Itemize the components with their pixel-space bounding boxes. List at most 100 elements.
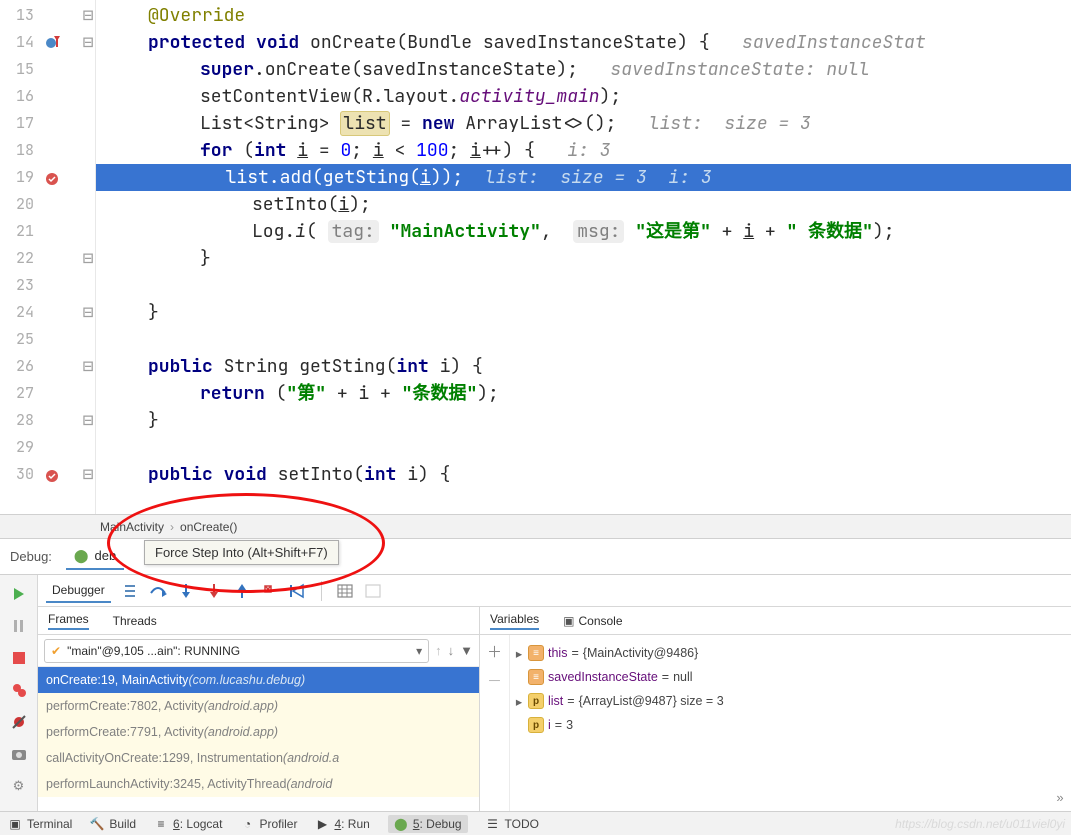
fold-icon[interactable]: ⊟ [82,407,94,434]
variables-tree[interactable]: ▸≡ this = {MainActivity@9486}≡ savedInst… [510,635,1049,811]
variable-row[interactable]: p i = 3 [514,713,1045,737]
line-number[interactable]: 25 [0,326,34,353]
line-number[interactable]: 30 [0,461,34,488]
code-line[interactable]: for (int i = 0; i < 100; i++) { i: 3 [96,137,1071,164]
stack-frame[interactable]: performLaunchActivity:3245, ActivityThre… [38,771,479,797]
frame-list[interactable]: onCreate:19, MainActivity (com.lucashu.d… [38,667,479,811]
code-line[interactable] [96,272,1071,299]
line-number[interactable]: 15 [0,56,34,83]
profiler-tool-button[interactable]: ◔Profiler [240,817,297,831]
code-line[interactable] [96,326,1071,353]
trace-current-stream-chain-icon[interactable] [364,582,382,600]
line-number[interactable]: 14 [0,29,34,56]
camera-icon[interactable] [10,745,28,763]
line-number[interactable]: 16 [0,83,34,110]
code-line[interactable]: protected void onCreate(Bundle savedInst… [96,29,1071,56]
code-line[interactable]: public void setInto(int i) { [96,461,1071,488]
step-out-icon[interactable] [233,582,251,600]
debugger-tab[interactable]: Debugger [46,579,111,603]
editor-gutter[interactable]: 13⊟14⊟1516171819202122⊟2324⊟2526⊟2728⊟29… [0,0,96,514]
next-frame-icon[interactable]: ↓ [448,643,455,658]
line-number[interactable]: 18 [0,137,34,164]
debug-tool-button[interactable]: ⬤5: Debug [388,815,468,833]
line-number[interactable]: 17 [0,110,34,137]
drop-frame-icon[interactable] [261,582,279,600]
step-over-icon[interactable] [149,582,167,600]
code-line[interactable]: setContentView(R.layout.activity_main); [96,83,1071,110]
force-step-into-icon[interactable] [205,582,223,600]
settings-icon[interactable]: ⚙ [10,777,28,795]
remove-watch-icon[interactable]: － [487,670,502,691]
breadcrumb-class[interactable]: MainActivity [100,520,164,534]
stack-frame[interactable]: performCreate:7791, Activity (android.ap… [38,719,479,745]
line-number[interactable]: 19 [0,164,34,191]
method-breakpoint-icon[interactable] [44,33,62,60]
fold-icon[interactable]: ⊟ [82,299,94,326]
logcat-tool-button[interactable]: ≡6: Logcat [154,817,222,831]
show-execution-point-icon[interactable] [121,582,139,600]
breakpoint-icon[interactable] [44,168,60,195]
breakpoint-icon[interactable] [44,465,60,492]
pause-icon[interactable] [10,617,28,635]
code-line[interactable]: public String getSting(int i) { [96,353,1071,380]
more-icon[interactable]: » [1056,790,1063,805]
line-number[interactable]: 20 [0,191,34,218]
variable-row[interactable]: ▸p list = {ArrayList@9487} size = 3 [514,689,1045,713]
step-into-icon[interactable] [177,582,195,600]
fold-icon[interactable]: ⊟ [82,2,94,29]
code-line[interactable]: } [96,245,1071,272]
line-number[interactable]: 23 [0,272,34,299]
code-line[interactable]: super.onCreate(savedInstanceState); save… [96,56,1071,83]
previous-frame-icon[interactable]: ↑ [435,643,442,658]
fold-icon[interactable]: ⊟ [82,353,94,380]
line-number[interactable]: 26 [0,353,34,380]
variable-row[interactable]: ▸≡ this = {MainActivity@9486} [514,641,1045,665]
thread-selector[interactable]: ✔ "main"@9,105 ...ain": RUNNING ▾ [44,639,429,663]
filter-icon[interactable]: ▼ [460,643,473,658]
fold-icon[interactable]: ⊟ [82,29,94,56]
frames-tab[interactable]: Frames [48,612,89,630]
stack-frame[interactable]: onCreate:19, MainActivity (com.lucashu.d… [38,667,479,693]
stack-frame[interactable]: performCreate:7802, Activity (android.ap… [38,693,479,719]
todo-tool-button[interactable]: ☰TODO [486,817,539,831]
stack-frame[interactable]: callActivityOnCreate:1299, Instrumentati… [38,745,479,771]
debug-config-tab[interactable]: ⬤ deb [66,544,124,570]
code-line[interactable]: } [96,407,1071,434]
code-line[interactable]: setInto(i); [96,191,1071,218]
line-number[interactable]: 24 [0,299,34,326]
code-line[interactable]: list.add(getSting(i)); list: size = 3 i:… [96,164,1071,191]
line-number[interactable]: 21 [0,218,34,245]
stop-icon[interactable] [10,649,28,667]
line-number[interactable]: 27 [0,380,34,407]
run-tool-button[interactable]: ▶4: Run [315,817,369,831]
code-line[interactable]: List<String> list = new ArrayList<>(); l… [96,110,1071,137]
code-line[interactable]: @Override [96,2,1071,29]
line-number[interactable]: 22 [0,245,34,272]
variables-tab[interactable]: Variables [490,612,539,630]
breadcrumb[interactable]: MainActivity › onCreate() [0,514,1071,538]
code-line[interactable]: return ("第" + i + "条数据"); [96,380,1071,407]
view-breakpoints-icon[interactable] [10,681,28,699]
run-to-cursor-icon[interactable] [289,582,307,600]
console-tab[interactable]: ▣Console [563,614,622,628]
expand-icon[interactable]: ▸ [514,646,524,661]
build-tool-button[interactable]: 🔨Build [90,817,136,831]
mute-breakpoints-icon[interactable] [10,713,28,731]
breadcrumb-method[interactable]: onCreate() [180,520,237,534]
code-editor[interactable]: 13⊟14⊟1516171819202122⊟2324⊟2526⊟2728⊟29… [0,0,1071,514]
expand-icon[interactable]: ▸ [514,694,524,709]
terminal-tool-button[interactable]: ▣Terminal [8,817,72,831]
code-line[interactable]: } [96,299,1071,326]
resume-icon[interactable] [10,585,28,603]
line-number[interactable]: 28 [0,407,34,434]
fold-icon[interactable]: ⊟ [82,245,94,272]
variable-row[interactable]: ≡ savedInstanceState = null [514,665,1045,689]
line-number[interactable]: 29 [0,434,34,461]
fold-icon[interactable]: ⊟ [82,461,94,488]
code-line[interactable]: Log.i( tag: "MainActivity", msg: "这是第" +… [96,218,1071,245]
code-line[interactable] [96,434,1071,461]
add-watch-icon[interactable]: ＋ [487,641,502,662]
editor-code-area[interactable]: @Overrideprotected void onCreate(Bundle … [96,0,1071,514]
threads-tab[interactable]: Threads [113,614,157,628]
evaluate-expression-icon[interactable] [336,582,354,600]
